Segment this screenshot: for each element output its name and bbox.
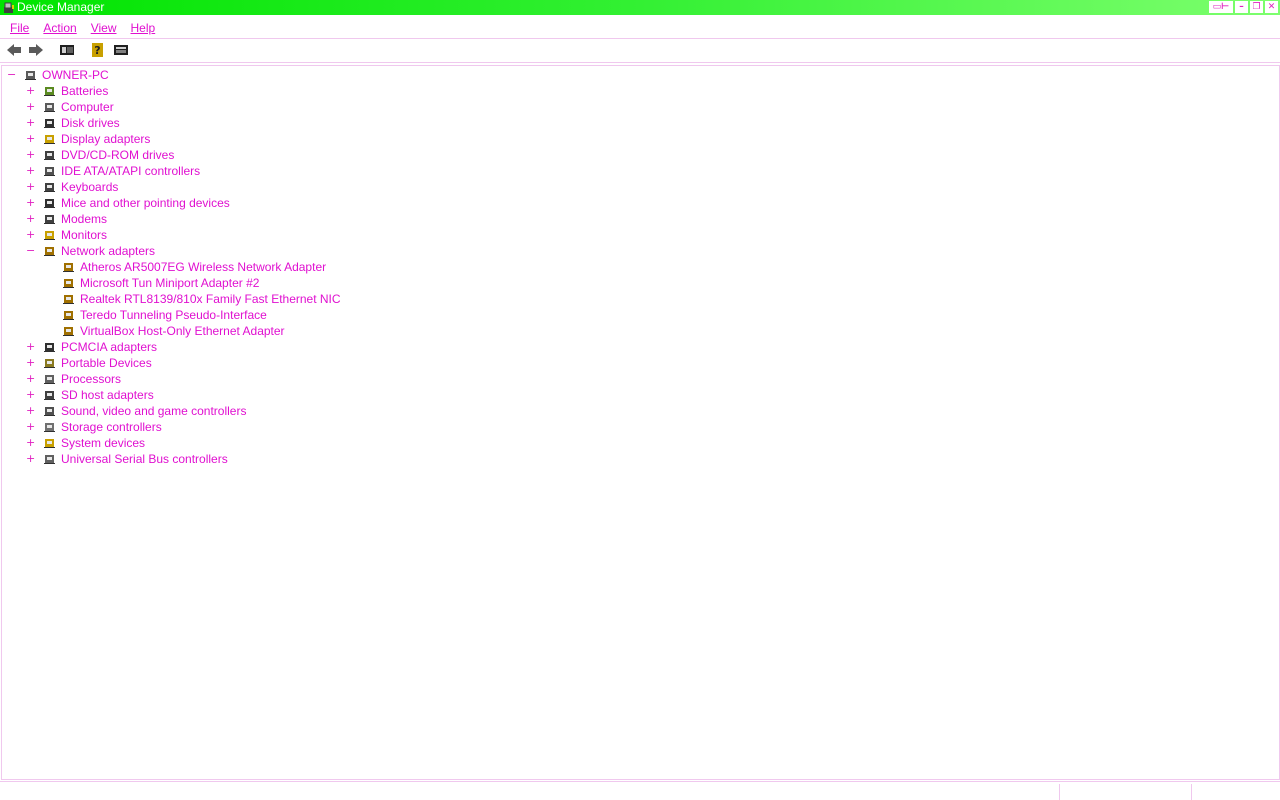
- expand-icon[interactable]: +: [26, 131, 35, 147]
- tree-node-label: Universal Serial Bus controllers: [61, 452, 228, 466]
- portable-device-icon: [43, 357, 57, 369]
- tree-node-label: DVD/CD-ROM drives: [61, 148, 175, 162]
- tree-node-label: Network adapters: [61, 244, 156, 258]
- tree-node-label: Microsoft Tun Miniport Adapter #2: [80, 276, 260, 290]
- title-bar[interactable]: Device Manager ▭⊢ – ❐ ✕: [0, 0, 1280, 15]
- device-manager-app-icon[interactable]: [3, 2, 15, 14]
- computer-icon: [43, 101, 57, 113]
- expand-icon[interactable]: +: [26, 99, 35, 115]
- network-card-icon: [62, 309, 76, 321]
- tree-node-label: Modems: [61, 212, 108, 226]
- tree-node-label: VirtualBox Host-Only Ethernet Adapter: [80, 324, 285, 338]
- network-card-icon: [62, 325, 76, 337]
- expand-icon[interactable]: +: [26, 115, 35, 131]
- forward-arrow-icon[interactable]: [27, 42, 45, 58]
- tree-node-label: SD host adapters: [61, 388, 154, 402]
- disk-drive-icon: [43, 117, 57, 129]
- device-tree[interactable]: − OWNER-PC + Batteries + Computer + Disk drives…: [1, 65, 1280, 780]
- help-icon[interactable]: ?: [89, 42, 107, 58]
- network-card-icon: [62, 293, 76, 305]
- collapse-icon[interactable]: −: [26, 243, 35, 259]
- expand-icon[interactable]: +: [26, 419, 35, 435]
- close-button[interactable]: ✕: [1265, 1, 1278, 13]
- tree-node-label: Display adapters: [61, 132, 151, 146]
- properties-icon[interactable]: [112, 42, 130, 58]
- tree-node-label: Monitors: [61, 228, 108, 242]
- tree-node-label: Atheros AR5007EG Wireless Network Adapte…: [80, 260, 327, 274]
- tree-node-label: Computer: [61, 100, 114, 114]
- tree-node-label: Teredo Tunneling Pseudo-Interface: [80, 308, 267, 322]
- expand-icon[interactable]: +: [26, 371, 35, 387]
- expand-icon[interactable]: +: [26, 211, 35, 227]
- expand-icon[interactable]: +: [26, 339, 35, 355]
- back-arrow-icon[interactable]: [5, 42, 23, 58]
- expand-icon[interactable]: +: [26, 451, 35, 467]
- tree-node-label: PCMCIA adapters: [61, 340, 158, 354]
- tree-node-label: System devices: [61, 436, 146, 450]
- storage-controller-icon: [43, 421, 57, 433]
- processor-icon: [43, 373, 57, 385]
- sound-icon: [43, 405, 57, 417]
- network-card-icon: [62, 277, 76, 289]
- monitor-icon: [43, 229, 57, 241]
- help-pin-icon[interactable]: ▭⊢: [1209, 1, 1233, 13]
- expand-icon[interactable]: +: [26, 195, 35, 211]
- restore-button[interactable]: ❐: [1250, 1, 1263, 13]
- usb-icon: [43, 453, 57, 465]
- keyboard-icon: [43, 181, 57, 193]
- network-adapter-icon: [43, 245, 57, 257]
- computer-icon: [24, 69, 38, 81]
- network-card-icon: [62, 261, 76, 273]
- menu-action[interactable]: Action: [33, 21, 83, 35]
- tree-node-label: Disk drives: [61, 116, 120, 130]
- status-bar: [0, 781, 1280, 800]
- expand-icon[interactable]: +: [26, 163, 35, 179]
- tree-node-label: Processors: [61, 372, 122, 386]
- sd-host-icon: [43, 389, 57, 401]
- menu-help[interactable]: Help: [121, 21, 163, 35]
- tree-node-label: Keyboards: [61, 180, 119, 194]
- tree-node-label: Mice and other pointing devices: [61, 196, 230, 210]
- expand-icon[interactable]: +: [26, 435, 35, 451]
- tree-node-label: Sound, video and game controllers: [61, 404, 247, 418]
- tree-node-label: Storage controllers: [61, 420, 162, 434]
- expand-icon[interactable]: +: [26, 227, 35, 243]
- menu-file[interactable]: File: [0, 21, 36, 35]
- tree-node-label: Portable Devices: [61, 356, 152, 370]
- show-hide-console-tree-icon[interactable]: [58, 42, 76, 58]
- dvd-drive-icon: [43, 149, 57, 161]
- collapse-icon[interactable]: −: [7, 67, 16, 83]
- ide-controller-icon: [43, 165, 57, 177]
- menu-view[interactable]: View: [81, 21, 124, 35]
- status-pane: [1191, 784, 1279, 800]
- device-manager-window: Device Manager ▭⊢ – ❐ ✕ File Action View…: [0, 0, 1280, 800]
- system-device-icon: [43, 437, 57, 449]
- tree-node-label: Batteries: [61, 84, 109, 98]
- display-adapter-icon: [43, 133, 57, 145]
- expand-icon[interactable]: +: [26, 355, 35, 371]
- expand-icon[interactable]: +: [26, 83, 35, 99]
- menu-bar: File Action View Help: [0, 17, 1280, 39]
- mouse-icon: [43, 197, 57, 209]
- tree-node-label: IDE ATA/ATAPI controllers: [61, 164, 201, 178]
- battery-icon: [43, 85, 57, 97]
- expand-icon[interactable]: +: [26, 179, 35, 195]
- pcmcia-icon: [43, 341, 57, 353]
- expand-icon[interactable]: +: [26, 403, 35, 419]
- expand-icon[interactable]: +: [26, 147, 35, 163]
- toolbar: ?: [0, 39, 1280, 63]
- svg-text:?: ?: [94, 44, 100, 57]
- expand-icon[interactable]: +: [26, 387, 35, 403]
- tree-node-label: OWNER-PC: [42, 68, 109, 82]
- minimize-button[interactable]: –: [1235, 1, 1248, 13]
- window-title: Device Manager: [17, 0, 105, 14]
- modem-icon: [43, 213, 57, 225]
- status-pane: [1059, 784, 1190, 800]
- tree-node-label: Realtek RTL8139/810x Family Fast Etherne…: [80, 292, 341, 306]
